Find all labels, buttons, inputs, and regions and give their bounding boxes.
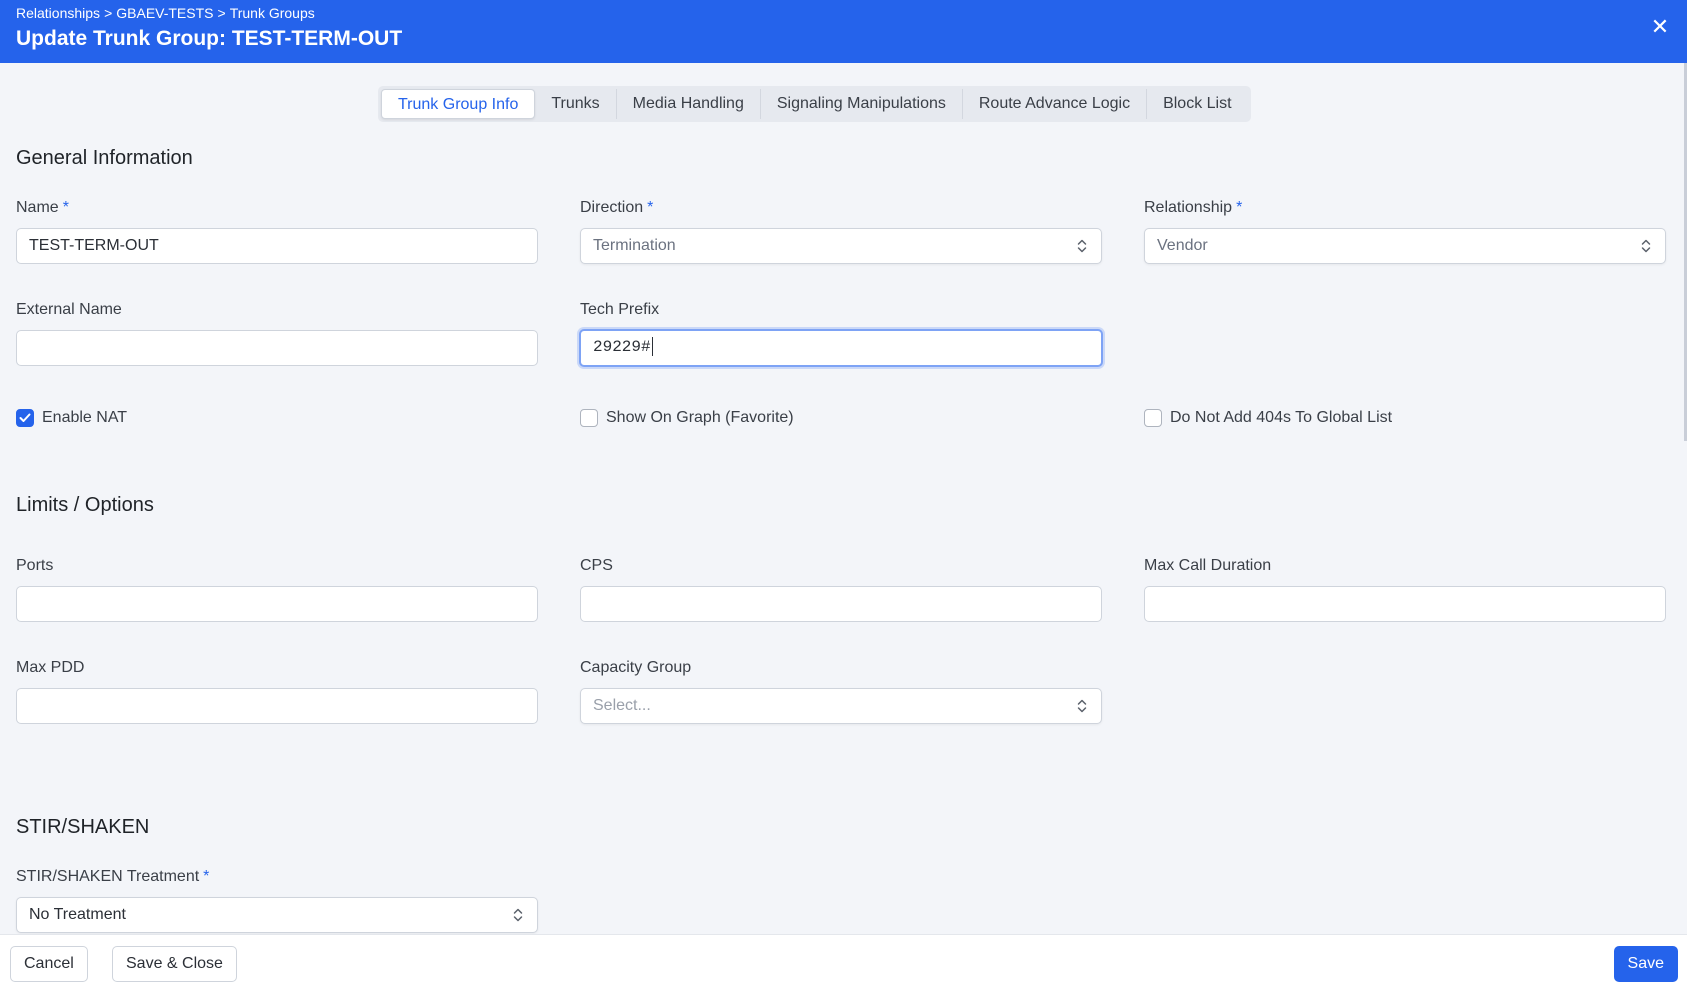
section-title-stir-shaken: STIR/SHAKEN <box>16 816 150 838</box>
no-404s-checkbox[interactable] <box>1144 409 1162 427</box>
section-title-general: General Information <box>16 147 193 169</box>
breadcrumb-trunk-groups[interactable]: Trunk Groups <box>230 5 315 21</box>
save-and-close-button[interactable]: Save & Close <box>112 946 237 982</box>
updown-chevron-icon <box>513 908 523 922</box>
show-on-graph-checkbox[interactable] <box>580 409 598 427</box>
direction-value: Termination <box>593 237 676 254</box>
direction-label-text: Direction <box>580 199 644 216</box>
name-label: Name * <box>16 199 69 217</box>
ports-input[interactable] <box>16 586 538 622</box>
required-marker: * <box>647 199 654 216</box>
direction-label: Direction * <box>580 199 653 217</box>
breadcrumb-separator: > <box>104 5 113 21</box>
modal-header: Relationships > GBAEV-TESTS > Trunk Groups U… <box>0 0 1687 63</box>
name-label-text: Name <box>16 199 59 216</box>
max-call-duration-label: Max Call Duration <box>1144 557 1272 574</box>
enable-nat-option: Enable NAT <box>16 409 127 427</box>
relationship-value: Vendor <box>1157 237 1208 254</box>
save-button[interactable]: Save <box>1613 946 1678 982</box>
capacity-group-label: Capacity Group <box>580 659 692 676</box>
max-pdd-input[interactable] <box>16 688 538 724</box>
name-input[interactable]: TEST-TERM-OUT <box>16 228 538 264</box>
tech-prefix-label: Tech Prefix <box>580 301 660 318</box>
no-404s-label[interactable]: Do Not Add 404s To Global List <box>1170 409 1392 427</box>
breadcrumb-relationships[interactable]: Relationships <box>16 5 100 21</box>
tab-media-handling[interactable]: Media Handling <box>615 89 760 119</box>
max-call-duration-input[interactable] <box>1144 586 1666 622</box>
capacity-group-select[interactable]: Select... <box>580 688 1102 724</box>
tech-prefix-input[interactable]: 29229# <box>579 329 1103 367</box>
page-title: Update Trunk Group: TEST-TERM-OUT <box>16 27 403 50</box>
external-name-input[interactable] <box>16 330 538 366</box>
updown-chevron-icon <box>1641 239 1651 253</box>
tab-block-list[interactable]: Block List <box>1146 89 1247 119</box>
breadcrumb-account[interactable]: GBAEV-TESTS <box>116 5 213 21</box>
tab-route-advance-logic[interactable]: Route Advance Logic <box>961 89 1146 119</box>
external-name-label: External Name <box>16 301 122 318</box>
breadcrumb: Relationships > GBAEV-TESTS > Trunk Groups <box>16 5 315 21</box>
cps-label: CPS <box>580 557 613 574</box>
direction-select[interactable]: Termination <box>580 228 1102 264</box>
stir-treatment-label-text: STIR/SHAKEN Treatment <box>16 868 200 885</box>
cancel-button[interactable]: Cancel <box>10 946 88 982</box>
tab-bar: Trunk Group Info Trunks Media Handling S… <box>378 86 1251 122</box>
close-icon[interactable]: ✕ <box>1647 14 1673 40</box>
show-on-graph-option: Show On Graph (Favorite) <box>580 409 794 427</box>
section-title-limits: Limits / Options <box>16 494 154 516</box>
max-pdd-label: Max PDD <box>16 659 85 676</box>
checkmark-icon <box>19 413 31 422</box>
stir-treatment-label: STIR/SHAKEN Treatment * <box>16 868 209 886</box>
enable-nat-checkbox[interactable] <box>16 409 34 427</box>
stir-treatment-value: No Treatment <box>29 906 126 923</box>
required-marker: * <box>203 868 210 885</box>
no-404s-option: Do Not Add 404s To Global List <box>1144 409 1392 427</box>
updown-chevron-icon <box>1077 699 1087 713</box>
tab-trunk-group-info[interactable]: Trunk Group Info <box>381 89 536 119</box>
tab-trunks[interactable]: Trunks <box>535 89 615 119</box>
text-caret <box>651 337 653 357</box>
relationship-select[interactable]: Vendor <box>1144 228 1666 264</box>
required-marker: * <box>62 199 69 216</box>
ports-label: Ports <box>16 557 54 574</box>
relationship-label: Relationship * <box>1144 199 1242 217</box>
tab-signaling-manipulations[interactable]: Signaling Manipulations <box>759 89 962 119</box>
breadcrumb-separator: > <box>217 5 226 21</box>
updown-chevron-icon <box>1077 239 1087 253</box>
show-on-graph-label[interactable]: Show On Graph (Favorite) <box>606 409 794 427</box>
enable-nat-label[interactable]: Enable NAT <box>42 409 127 427</box>
cps-input[interactable] <box>580 586 1102 622</box>
stir-treatment-select[interactable]: No Treatment <box>16 897 538 933</box>
relationship-label-text: Relationship <box>1144 199 1233 216</box>
required-marker: * <box>1236 199 1243 216</box>
capacity-group-placeholder: Select... <box>593 697 651 714</box>
modal-footer: Cancel Save & Close Save <box>0 934 1687 985</box>
tech-prefix-value: 29229# <box>593 338 651 356</box>
